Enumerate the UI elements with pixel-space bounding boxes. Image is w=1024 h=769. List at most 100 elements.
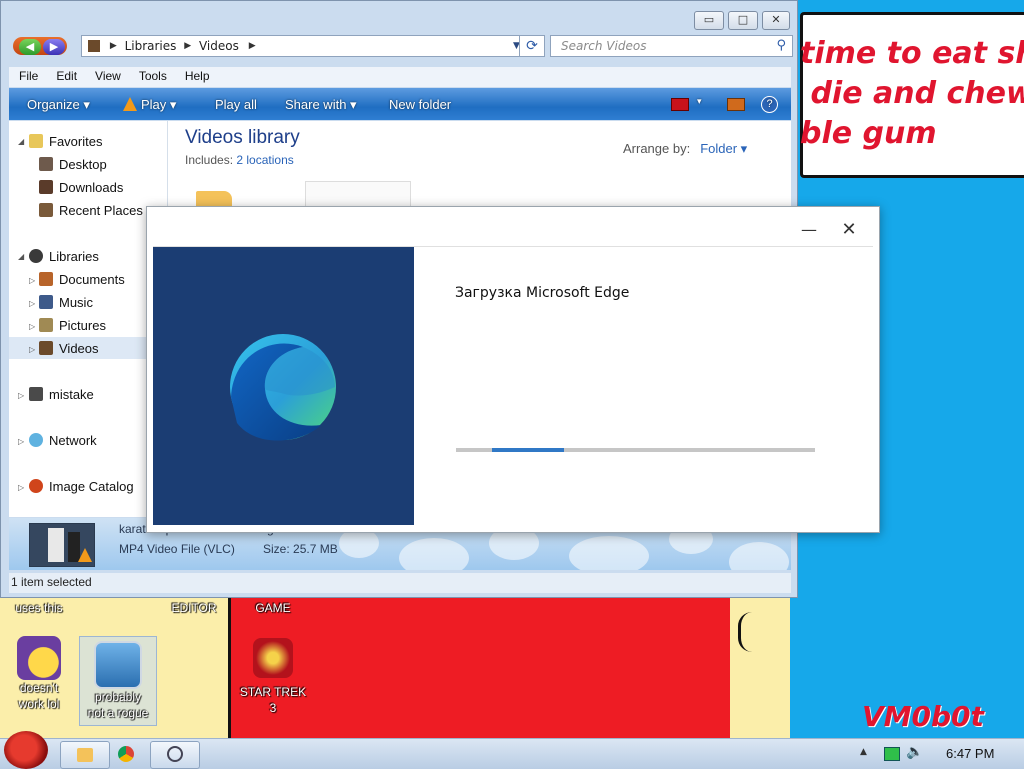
menu-tools[interactable]: Tools [129,67,175,83]
forward-button[interactable]: ▶ [43,39,65,55]
nav-pictures[interactable]: Pictures [39,318,106,333]
address-bar[interactable]: ▶ Libraries ▶ Videos ▶ [81,35,511,57]
breadcrumb-arrow-icon: ▶ [109,41,117,51]
back-button[interactable]: ◀ [19,39,41,55]
arrange-by: Arrange by: Folder ▾ [623,141,748,156]
desktop-icon-gear-computer[interactable]: probably not a rogue [79,636,157,726]
desktop-icon-label: STAR TREK 3 [239,685,307,715]
music-icon [39,295,53,309]
taskbar-installer-button[interactable] [150,741,200,769]
nav-libraries[interactable]: Libraries [29,249,99,264]
clock[interactable]: 6:47 PM [946,746,994,761]
preview-pane-icon[interactable] [727,98,745,111]
videos-folder-icon [88,40,100,52]
collapsed-arrow-icon[interactable]: ▷ [29,276,35,285]
refresh-icon[interactable]: ⟳ [519,35,545,57]
breadcrumb-libraries[interactable]: Libraries [125,39,177,53]
nav-documents[interactable]: Documents [39,272,125,287]
expand-arrow-icon[interactable]: ◢ [18,137,24,146]
menu-view[interactable]: View [85,67,129,83]
help-icon[interactable]: ? [761,96,778,113]
detail-size: Size: 25.7 MB [263,542,338,556]
installer-icon [167,746,183,762]
download-progress-fill [492,448,564,452]
chrome-icon[interactable] [118,746,134,762]
command-bar: Organize ▾ Play ▾ Play all Share with ▾ … [9,88,791,120]
expand-arrow-icon[interactable]: ◢ [18,252,24,261]
network-icon [29,433,43,447]
image-catalog-icon [29,479,43,493]
minimize-button[interactable]: ▭ [694,11,724,30]
nav-downloads[interactable]: Downloads [39,180,123,195]
desktop-label-game: GAME [255,601,291,615]
status-text: 1 item selected [11,575,92,589]
nav-favorites[interactable]: Favorites [29,134,102,149]
nav-mistake[interactable]: mistake [29,387,94,402]
videos-icon [39,341,53,355]
breadcrumb-videos[interactable]: Videos [199,39,239,53]
search-input[interactable]: Search Videos ⚲ [550,35,793,57]
desktop-icon-yahoo[interactable]: doesn't work lol [6,636,72,712]
play-button[interactable]: Play ▾ [123,97,176,113]
download-progress-bar [456,448,815,452]
collapsed-arrow-icon[interactable]: ▷ [18,391,24,400]
play-all-button[interactable]: Play all [215,97,257,112]
tray-expand-icon[interactable]: ▲ [860,747,867,757]
desktop-icon-label: probably not a rogue [87,690,149,720]
breadcrumb-arrow-icon: ▶ [248,41,256,51]
star-wars-game-icon [253,638,293,678]
nav-desktop[interactable]: Desktop [39,157,107,172]
libraries-icon [29,249,43,263]
taskbar-explorer-button[interactable] [60,741,110,769]
collapsed-arrow-icon[interactable]: ▷ [18,483,24,492]
search-placeholder: Search Videos [561,39,647,53]
nav-network[interactable]: Network [29,433,97,448]
wallpaper-stroke [738,612,771,652]
menu-help[interactable]: Help [175,67,218,83]
organize-button[interactable]: Organize ▾ [27,97,90,113]
edge-brand-panel [153,247,414,525]
star-icon [29,134,43,148]
detail-type: MP4 Video File (VLC) [119,542,235,556]
search-icon[interactable]: ⚲ [776,38,786,53]
new-folder-button[interactable]: New folder [389,97,451,112]
video-thumbnail [29,523,95,567]
vlc-cone-icon [123,97,137,111]
gear-computer-icon [94,641,142,689]
recent-places-icon [39,203,53,217]
nav-image-catalog[interactable]: Image Catalog [29,479,134,494]
dialog-close-button[interactable]: ✕ [839,221,859,241]
maximize-button[interactable]: □ [728,11,758,30]
chevron-down-icon[interactable]: ▾ [697,96,702,107]
desktop-icon-star-trek[interactable]: STAR TREK 3 [236,638,310,716]
view-options-icon[interactable] [671,98,689,111]
close-button[interactable]: ✕ [762,11,790,30]
downloads-icon [39,180,53,194]
desktop-icon [39,157,53,171]
network-tray-icon[interactable] [884,747,900,761]
mistake-icon [29,387,43,401]
address-row: ◀ ▶ ▶ Libraries ▶ Videos ▶ ▼ ⟳ Search Vi… [9,35,793,59]
dialog-minimize-button[interactable]: — [799,221,819,241]
collapsed-arrow-icon[interactable]: ▷ [18,437,24,446]
nav-music[interactable]: Music [39,295,93,310]
locations-link[interactable]: 2 locations [236,153,293,167]
volume-icon[interactable]: 🔈 [906,744,923,760]
wallpaper-signature: VM0b0t [862,700,984,733]
arrange-by-dropdown[interactable]: Folder ▾ [700,141,747,156]
library-title: Videos library [185,127,300,148]
collapsed-arrow-icon[interactable]: ▷ [29,299,35,308]
documents-icon [39,272,53,286]
share-with-button[interactable]: Share with ▾ [285,97,357,113]
menu-edit[interactable]: Edit [46,67,85,83]
collapsed-arrow-icon[interactable]: ▷ [29,322,35,331]
angry-bird-start-icon[interactable] [4,731,48,769]
nav-recent-places[interactable]: Recent Places [39,203,143,218]
nav-buttons: ◀ ▶ [13,37,67,55]
menu-file[interactable]: File [9,67,46,83]
speech-bubble-text: time to eat shit die and chew ble gum [800,36,1024,151]
collapsed-arrow-icon[interactable]: ▷ [29,345,35,354]
nav-videos[interactable]: Videos [39,341,99,356]
pictures-icon [39,318,53,332]
taskbar: ▲ 🔈 6:47 PM [0,731,1024,769]
